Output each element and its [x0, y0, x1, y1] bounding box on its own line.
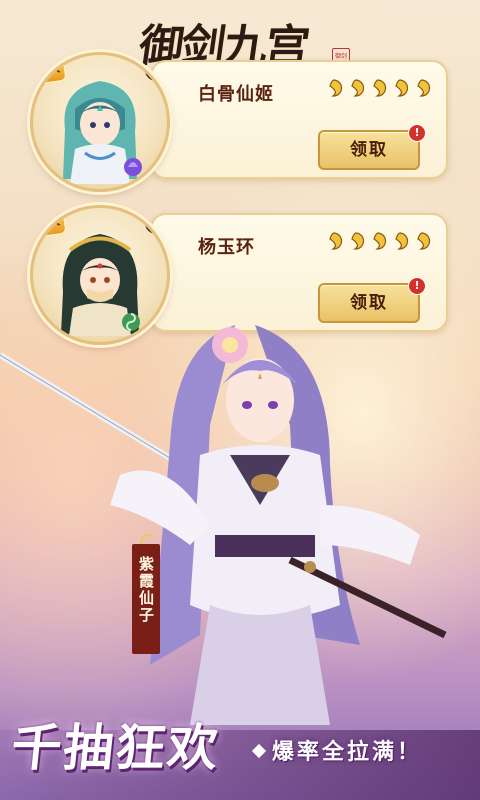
bottom-banner: 千抽狂欢 爆率全拉满！: [0, 690, 480, 800]
promo-screen: 御剑九宫 御剑 无双 白骨仙姬 领取 ! 无双 杨玉环 领取 ! 紫霞仙子 千抽…: [0, 0, 480, 800]
magatama-coin-icon: [373, 79, 387, 97]
heroine-illustration: [0, 325, 447, 725]
character-name: 白骨仙姬: [198, 84, 274, 105]
alert-icon: !: [408, 124, 426, 142]
coin-amount: [324, 231, 432, 255]
banner-slogan: 千抽狂欢: [8, 718, 223, 777]
magatama-coin-icon: [373, 232, 387, 250]
alert-icon: !: [408, 277, 426, 295]
reward-card: 无双 白骨仙姬 领取 !: [30, 52, 448, 192]
featured-name: 紫霞仙子: [137, 556, 155, 624]
wushuang-badge: 无双: [33, 55, 67, 86]
magatama-coin-icon: [417, 79, 431, 97]
featured-name-tag: 紫霞仙子: [132, 534, 160, 654]
character-portrait-icon: [63, 81, 142, 184]
character-avatar[interactable]: 无双: [30, 52, 170, 192]
magatama-coin-icon: [351, 232, 365, 250]
character-name: 杨玉环: [198, 237, 255, 258]
magatama-coin-icon: [395, 232, 409, 250]
banner-subtitle: 爆率全拉满！: [272, 739, 423, 765]
magatama-coin-icon: [351, 79, 365, 97]
magatama-coin-icon: [329, 232, 343, 250]
magnify-icon[interactable]: [145, 59, 167, 81]
magnify-icon[interactable]: [145, 212, 167, 234]
magatama-coin-icon: [329, 79, 343, 97]
wushuang-badge: 无双: [33, 208, 67, 239]
claim-button[interactable]: 领取: [318, 130, 420, 170]
magatama-coin-icon: [395, 79, 409, 97]
coin-amount: [324, 78, 432, 102]
magatama-coin-icon: [417, 232, 431, 250]
